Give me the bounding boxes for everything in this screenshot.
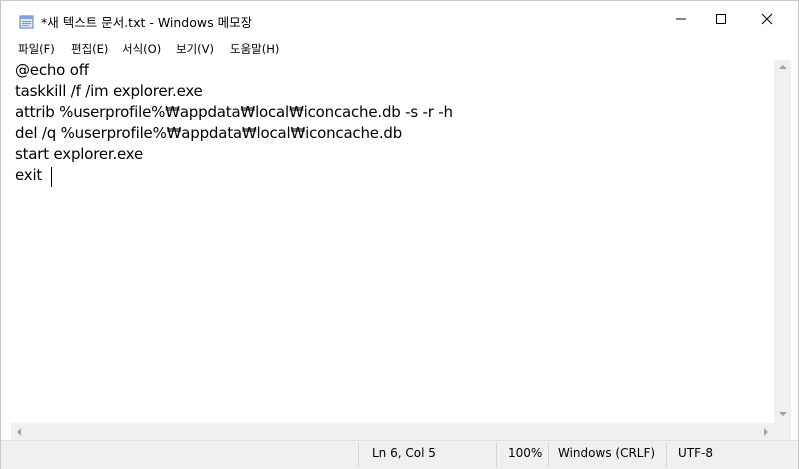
maximize-icon xyxy=(715,10,727,29)
editor-line-4: del /q %userprofile%₩appdata₩local₩iconc… xyxy=(15,124,403,142)
menu-view[interactable]: 보기(V) xyxy=(176,41,214,57)
horizontal-scrollbar[interactable] xyxy=(11,423,774,440)
scroll-right-icon[interactable] xyxy=(764,428,768,436)
scroll-up-icon[interactable] xyxy=(779,65,787,69)
status-bar: Ln 6, Col 5 100% Windows (CRLF) UTF-8 xyxy=(1,440,798,469)
close-icon xyxy=(761,10,773,29)
menu-file[interactable]: 파일(F) xyxy=(18,41,55,57)
notepad-icon xyxy=(19,14,35,29)
editor-line-2: taskkill /f /im explorer.exe xyxy=(15,82,203,100)
menu-help[interactable]: 도움말(H) xyxy=(230,41,279,57)
window-right-border xyxy=(791,60,798,440)
notepad-window: *새 텍스트 문서.txt - Windows 메모장 파일(F) 편집(E) … xyxy=(0,0,799,469)
scroll-down-icon[interactable] xyxy=(779,412,787,416)
maximize-button[interactable] xyxy=(698,1,744,38)
menu-format[interactable]: 서식(O) xyxy=(122,41,161,57)
status-separator xyxy=(666,443,667,467)
editor-line-5: start explorer.exe xyxy=(15,145,144,163)
status-separator xyxy=(496,443,497,467)
menu-edit[interactable]: 편집(E) xyxy=(71,41,108,57)
status-separator xyxy=(358,443,359,467)
vertical-scrollbar[interactable] xyxy=(774,60,791,423)
text-editor[interactable]: @echo off taskkill /f /im explorer.exe a… xyxy=(11,60,774,423)
editor-line-1: @echo off xyxy=(15,61,89,79)
menu-bar: 파일(F) 편집(E) 서식(O) 보기(V) 도움말(H) xyxy=(1,38,798,60)
status-position: Ln 6, Col 5 xyxy=(372,446,436,460)
close-button[interactable] xyxy=(744,1,790,38)
scroll-left-icon[interactable] xyxy=(17,428,21,436)
window-left-border xyxy=(1,60,11,440)
status-separator xyxy=(548,443,549,467)
title-bar[interactable]: *새 텍스트 문서.txt - Windows 메모장 xyxy=(1,1,798,38)
text-caret xyxy=(51,167,52,187)
status-zoom: 100% xyxy=(508,446,543,460)
editor-line-3: attrib %userprofile%₩appdata₩local₩iconc… xyxy=(15,103,453,121)
scrollbar-corner xyxy=(774,423,791,440)
status-line-ending: Windows (CRLF) xyxy=(558,446,656,460)
editor-line-6: exit xyxy=(15,166,43,184)
window-title: *새 텍스트 문서.txt - Windows 메모장 xyxy=(41,15,253,30)
minimize-icon xyxy=(675,10,687,29)
status-encoding: UTF-8 xyxy=(678,446,713,460)
